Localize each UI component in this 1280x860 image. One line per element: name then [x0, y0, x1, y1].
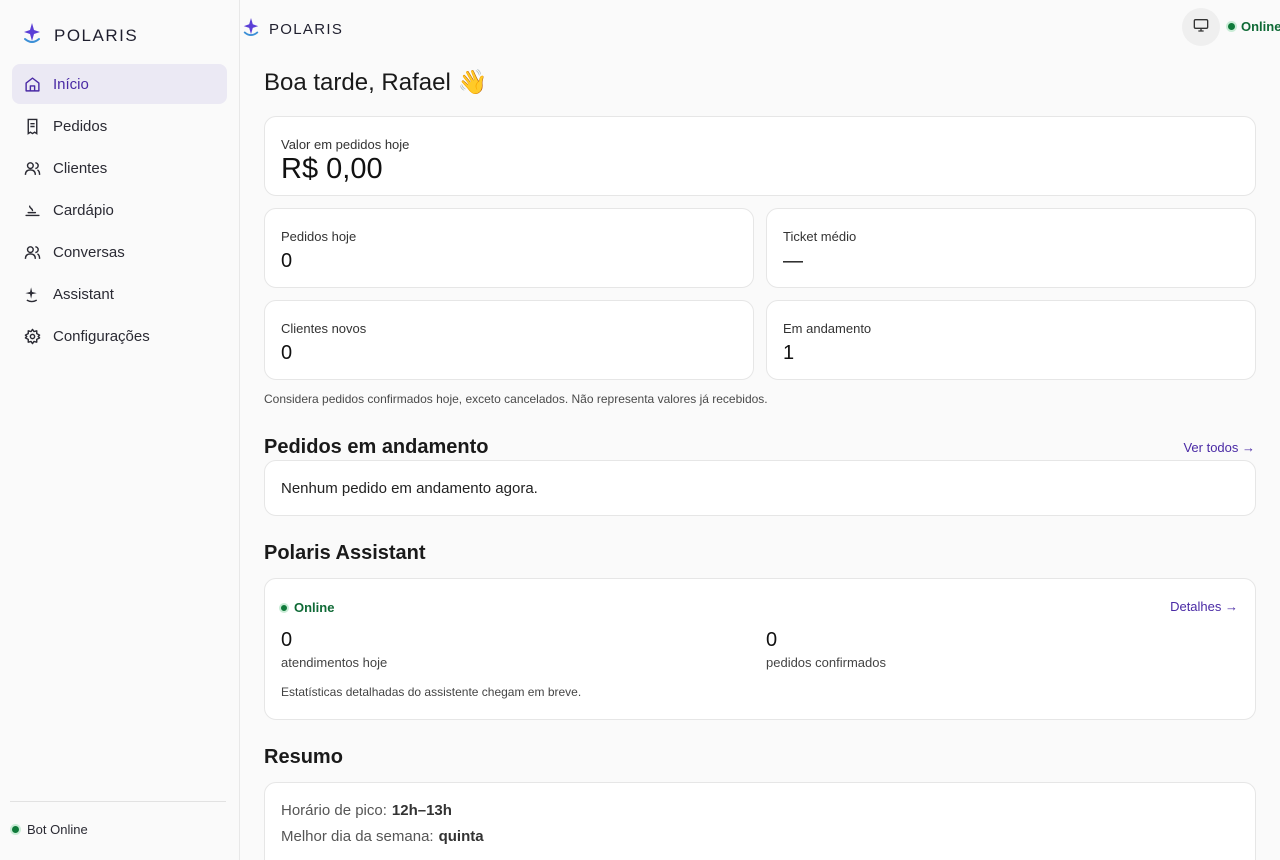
- stat-card-em-andamento: Em andamento 1: [766, 300, 1256, 380]
- stat-label: Ticket médio: [783, 229, 857, 244]
- assistant-footnote: Estatísticas detalhadas do assistente ch…: [281, 685, 582, 699]
- sidebar-item-pedidos[interactable]: Pedidos: [12, 106, 227, 146]
- summary-value: quinta: [438, 827, 484, 845]
- summary-row-peak-hour: Horário de pico: 12h–13h: [281, 797, 1239, 823]
- sidebar-item-assistant[interactable]: Assistant: [12, 274, 227, 314]
- home-icon: [24, 76, 41, 93]
- assistant-status: Online: [279, 600, 334, 615]
- metric-value: 0: [766, 629, 778, 651]
- stat-label: Clientes novos: [281, 321, 367, 336]
- assistant-section-title: Polaris Assistant: [264, 542, 426, 564]
- brand-name: POLARIS: [269, 21, 344, 38]
- status-dot-icon: [1226, 21, 1237, 32]
- sidebar-item-label: Pedidos: [53, 117, 108, 135]
- monitor-icon: [1193, 17, 1209, 38]
- receipt-icon: [24, 118, 41, 135]
- assistant-status-label: Online: [294, 600, 335, 615]
- sidebar-item-label: Cardápio: [53, 201, 114, 219]
- metric-value: 0: [281, 629, 293, 651]
- sidebar-nav: Início Pedidos Clientes Cardápio Convers…: [12, 64, 227, 358]
- summary-row-best-day: Melhor dia da semana: quinta: [281, 823, 1239, 849]
- summary-card: Horário de pico: 12h–13h Melhor dia da s…: [264, 782, 1256, 860]
- brand-name: POLARIS: [54, 25, 139, 45]
- sidebar-item-configuracoes[interactable]: Configurações: [12, 316, 227, 356]
- polaris-star-icon: [242, 17, 260, 42]
- stat-card-pedidos-hoje: Pedidos hoje 0: [264, 208, 754, 288]
- sidebar-item-label: Conversas: [53, 243, 125, 261]
- stat-card-ticket-medio: Ticket médio —: [766, 208, 1256, 288]
- users-icon: [24, 160, 41, 177]
- summary-section-title: Resumo: [264, 746, 343, 768]
- sparkle-icon: [24, 286, 41, 303]
- revenue-label: Valor em pedidos hoje: [281, 137, 410, 152]
- sidebar-item-clientes[interactable]: Clientes: [12, 148, 227, 188]
- stat-label: Em andamento: [783, 321, 872, 336]
- status-dot-icon: [279, 602, 289, 613]
- online-status: Online: [1226, 19, 1280, 34]
- page-title: Boa tarde, Rafael 👋: [264, 69, 488, 96]
- online-status-label: Online: [1241, 19, 1280, 34]
- summary-value: 12h–13h: [391, 801, 452, 819]
- sidebar-item-inicio[interactable]: Início: [12, 64, 227, 104]
- bot-status: Bot Online: [10, 801, 226, 837]
- sidebar-item-label: Configurações: [53, 327, 150, 345]
- monitor-button[interactable]: [1182, 8, 1220, 46]
- bot-status-label: Bot Online: [27, 822, 88, 837]
- polaris-star-icon: [22, 22, 42, 49]
- sidebar-brand[interactable]: POLARIS: [22, 22, 138, 49]
- orders-empty-card: Nenhum pedido em andamento agora.: [264, 460, 1256, 516]
- summary-label: Horário de pico:: [281, 801, 387, 819]
- revenue-card: Valor em pedidos hoje R$ 0,00: [264, 116, 1256, 196]
- assistant-metric-atendimentos: 0 atendimentos hoje: [281, 629, 387, 670]
- stats-note: Considera pedidos confirmados hoje, exce…: [264, 392, 768, 406]
- view-all-orders-link[interactable]: Ver todos →: [1183, 440, 1255, 455]
- sidebar-item-conversas[interactable]: Conversas: [12, 232, 227, 272]
- stat-value: —: [783, 250, 803, 272]
- menu-book-icon: [24, 202, 41, 219]
- sidebar-item-label: Assistant: [53, 285, 114, 303]
- stat-value: 0: [281, 250, 293, 272]
- stat-value: 1: [783, 342, 795, 364]
- orders-empty-text: Nenhum pedido em andamento agora.: [281, 479, 538, 497]
- sidebar: POLARIS Início Pedidos Clientes Cardápio: [0, 0, 240, 860]
- orders-section-title: Pedidos em andamento: [264, 436, 489, 458]
- assistant-details-link[interactable]: Detalhes →: [1170, 599, 1238, 614]
- users-icon: [24, 244, 41, 261]
- summary-label: Melhor dia da semana:: [281, 827, 434, 845]
- assistant-card: Online Detalhes → 0 atendimentos hoje 0 …: [264, 578, 1256, 720]
- metric-label: atendimentos hoje: [281, 655, 388, 670]
- sidebar-item-label: Início: [53, 75, 89, 93]
- sidebar-item-label: Clientes: [53, 159, 108, 177]
- revenue-value: R$ 0,00: [281, 153, 383, 185]
- status-dot-icon: [10, 824, 21, 835]
- assistant-metric-pedidos: 0 pedidos confirmados: [766, 629, 886, 670]
- gear-icon: [24, 328, 41, 345]
- sidebar-item-cardapio[interactable]: Cardápio: [12, 190, 227, 230]
- topbar-brand[interactable]: POLARIS: [242, 17, 343, 42]
- stat-label: Pedidos hoje: [281, 229, 357, 244]
- stat-card-clientes-novos: Clientes novos 0: [264, 300, 754, 380]
- stat-value: 0: [281, 342, 293, 364]
- metric-label: pedidos confirmados: [766, 655, 886, 670]
